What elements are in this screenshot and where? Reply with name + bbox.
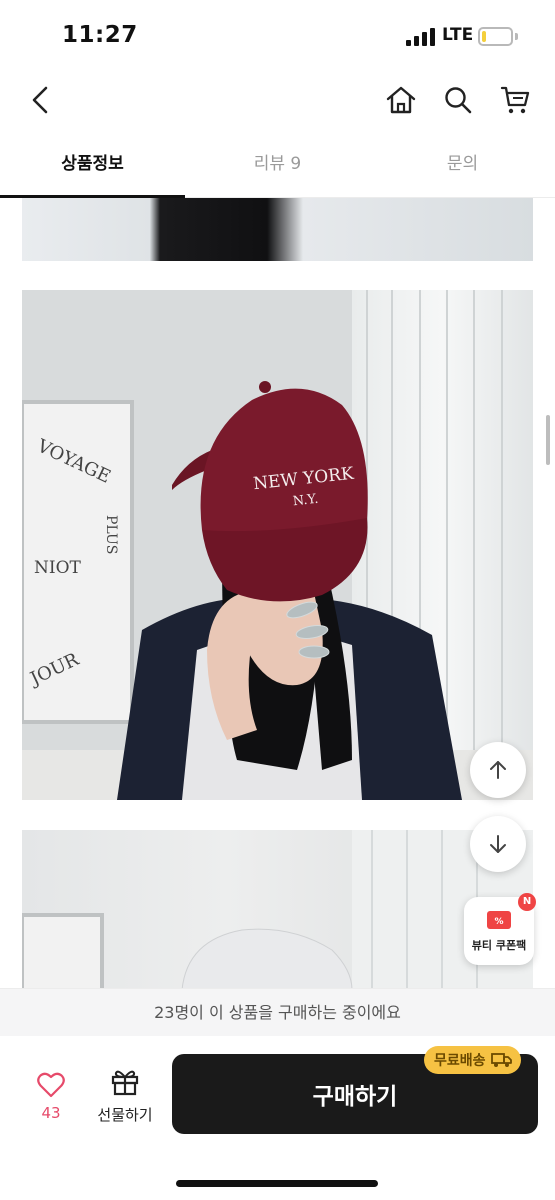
tab-inquiry[interactable]: 문의 <box>370 140 555 197</box>
tab-bar: 상품정보 리뷰 9 문의 <box>0 140 555 198</box>
product-photo-2: NEW YORK N.Y. VOYAGE PLUS NIOT JOUR <box>22 290 533 800</box>
product-photo-1 <box>22 198 533 261</box>
status-time: 11:27 <box>62 22 138 48</box>
scroll-down-button[interactable] <box>470 816 526 872</box>
product-photo-3 <box>22 830 533 990</box>
scroll-up-button[interactable] <box>470 742 526 798</box>
cap-embroidery-line2: N.Y. <box>292 492 319 510</box>
model-white-cap-image <box>22 830 533 990</box>
home-icon[interactable] <box>381 80 421 120</box>
svg-text:%: % <box>494 917 503 927</box>
tab-reviews[interactable]: 리뷰 9 <box>185 140 370 197</box>
free-shipping-badge: 무료배송 <box>424 1046 521 1074</box>
free-shipping-label: 무료배송 <box>434 1053 486 1069</box>
nav-bar <box>0 72 555 128</box>
poster-text-3: NIOT <box>34 558 82 578</box>
search-icon[interactable] <box>438 80 478 120</box>
gift-button[interactable]: 선물하기 <box>92 1068 158 1125</box>
gift-icon <box>111 1070 139 1096</box>
cart-icon[interactable] <box>495 80 535 120</box>
arrow-up-icon <box>490 761 506 779</box>
scrollbar[interactable] <box>546 415 550 465</box>
truck-icon <box>490 1053 512 1067</box>
beauty-coupon-button[interactable]: % N 뷰티 쿠폰팩 <box>464 893 536 965</box>
tab-product-info[interactable]: 상품정보 <box>0 140 185 198</box>
network-label: LTE <box>442 25 474 45</box>
coupon-label: 뷰티 쿠폰팩 <box>471 939 527 952</box>
battery-icon <box>478 27 513 46</box>
new-badge: N <box>518 893 536 911</box>
signal-icon <box>406 28 436 46</box>
battery-level <box>482 31 486 42</box>
heart-icon <box>37 1072 65 1098</box>
model-wearing-cap-image: NEW YORK N.Y. VOYAGE PLUS NIOT JOUR <box>22 290 533 800</box>
like-button[interactable]: 43 <box>30 1072 72 1122</box>
gift-label: 선물하기 <box>97 1106 153 1124</box>
coupon-icon: % <box>487 911 511 929</box>
like-count: 43 <box>41 1104 61 1122</box>
status-bar: 11:27 LTE <box>0 0 555 72</box>
back-icon[interactable] <box>20 80 60 120</box>
arrow-down-icon <box>490 835 506 853</box>
home-indicator <box>176 1180 378 1187</box>
poster-text-2: PLUS <box>103 515 119 554</box>
buyers-notice: 23명이 이 상품을 구매하는 중이에요 <box>0 988 555 1036</box>
battery-tip <box>515 33 518 40</box>
